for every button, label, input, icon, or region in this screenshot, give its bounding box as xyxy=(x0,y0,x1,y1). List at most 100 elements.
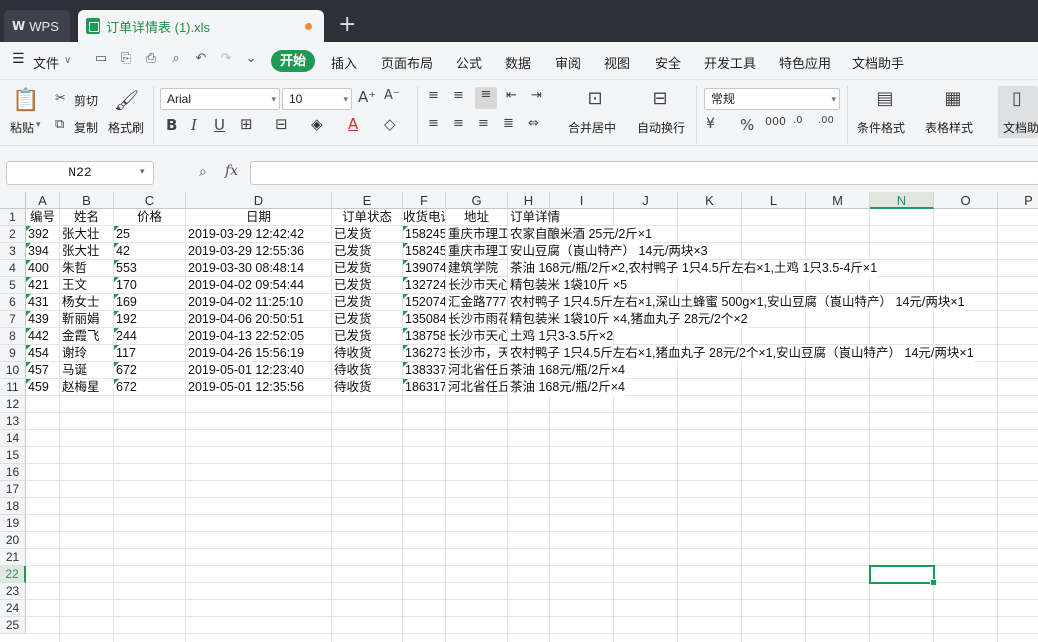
redo-icon[interactable]: ↷ xyxy=(219,52,233,66)
name-box-chevron-icon[interactable]: ▾ xyxy=(140,166,145,177)
table-cell[interactable]: 已发货 xyxy=(332,243,402,260)
spreadsheet-grid[interactable]: ABCDEFGHIJKLMNOP 1 2 3 4 5 6 7 8 9 10 11 12 13 14 15 16… xyxy=(0,192,1038,642)
row-header-4[interactable]: 4 xyxy=(0,260,26,277)
decrease-decimal-icon[interactable]: .00 xyxy=(818,115,834,126)
clear-format-icon[interactable]: ◇ xyxy=(384,115,396,133)
paste-icon[interactable]: 📋 xyxy=(12,88,39,114)
table-cell[interactable]: 2019-05-01 12:35:56 xyxy=(186,379,331,396)
row-header-8[interactable]: 8 xyxy=(0,328,26,345)
column-header-n[interactable]: N xyxy=(870,192,934,209)
column-header-a[interactable]: A xyxy=(26,192,60,209)
row-header-22[interactable]: 22 xyxy=(0,566,26,583)
table-cell[interactable]: 朱哲 xyxy=(60,260,113,277)
table-cell[interactable]: 茶油 168元/瓶/2斤×4 xyxy=(508,379,625,396)
row-header-11[interactable]: 11 xyxy=(0,379,26,396)
paste-button[interactable]: 粘贴 xyxy=(10,119,34,136)
table-cell[interactable]: 杨女士 xyxy=(60,294,113,311)
row-header-18[interactable]: 18 xyxy=(0,498,26,515)
file-chevron-icon[interactable]: ∨ xyxy=(64,55,71,66)
menu-item-dev-tools[interactable]: 开发工具 xyxy=(704,53,756,72)
wrap-text-button[interactable]: 自动换行 xyxy=(637,119,685,136)
header-phone[interactable]: 收货电话 xyxy=(403,209,445,226)
menu-item-doc-assistant[interactable]: 文档助手 xyxy=(852,53,904,72)
table-cell[interactable]: 茶油 168元/瓶/2斤×2,农村鸭子 1只4.5斤左右×1,土鸡 1只3.5-… xyxy=(508,260,878,277)
table-cell[interactable]: 重庆市理工 xyxy=(446,226,507,243)
undo-icon[interactable]: ↶ xyxy=(194,52,208,66)
table-cell[interactable]: 152074 xyxy=(403,294,445,311)
row-header-21[interactable]: 21 xyxy=(0,549,26,566)
table-cell[interactable]: 136273 xyxy=(403,345,445,362)
table-cell[interactable]: 139074 xyxy=(403,260,445,277)
file-menu[interactable]: 文件 xyxy=(33,53,59,72)
formula-input[interactable] xyxy=(250,161,1038,185)
format-painter-button[interactable]: 格式刷 xyxy=(108,119,144,136)
column-header-j[interactable]: J xyxy=(614,192,678,209)
font-size-select[interactable]: 10 xyxy=(282,88,352,110)
table-cell[interactable]: 2019-04-13 22:52:05 xyxy=(186,328,331,345)
column-header-p[interactable]: P xyxy=(998,192,1038,209)
customize-quick-access-icon[interactable]: ⌄ xyxy=(244,52,258,66)
table-cell[interactable]: 421 xyxy=(26,277,59,294)
header-details[interactable]: 订单详情 xyxy=(508,209,561,226)
thousands-separator-icon[interactable]: 000 xyxy=(765,115,786,128)
table-cell[interactable]: 431 xyxy=(26,294,59,311)
row-header-6[interactable]: 6 xyxy=(0,294,26,311)
table-cell[interactable]: 已发货 xyxy=(332,311,402,328)
menu-item-formula[interactable]: 公式 xyxy=(456,53,482,72)
header-price[interactable]: 价格 xyxy=(114,209,185,226)
row-header-3[interactable]: 3 xyxy=(0,243,26,260)
table-cell[interactable]: 400 xyxy=(26,260,59,277)
table-cell[interactable]: 138337 xyxy=(403,362,445,379)
menu-item-review[interactable]: 审阅 xyxy=(555,53,581,72)
save-icon[interactable]: ▭ xyxy=(94,52,108,66)
column-header-o[interactable]: O xyxy=(934,192,998,209)
column-header-c[interactable]: C xyxy=(114,192,186,209)
table-cell[interactable]: 459 xyxy=(26,379,59,396)
table-cell[interactable]: 158245 xyxy=(403,243,445,260)
row-header-23[interactable]: 23 xyxy=(0,583,26,600)
underline-icon[interactable]: U xyxy=(214,116,225,134)
menu-item-data[interactable]: 数据 xyxy=(505,53,531,72)
table-cell[interactable]: 170 xyxy=(114,277,185,294)
number-format-select[interactable]: 常规 xyxy=(704,88,840,110)
table-cell[interactable]: 2019-04-02 09:54:44 xyxy=(186,277,331,294)
table-cell[interactable]: 2019-05-01 12:23:40 xyxy=(186,362,331,379)
row-header-2[interactable]: 2 xyxy=(0,226,26,243)
table-cell[interactable]: 135084 xyxy=(403,311,445,328)
table-cell[interactable]: 454 xyxy=(26,345,59,362)
table-cell[interactable]: 已发货 xyxy=(332,277,402,294)
unsaved-dot-icon[interactable] xyxy=(305,23,312,30)
conditional-format-icon[interactable]: ▤ xyxy=(872,88,898,109)
column-header-h[interactable]: H xyxy=(508,192,550,209)
table-cell[interactable]: 农村鸭子 1只4.5斤左右×1,猪血丸子 28元/2个×1,安山豆腐（崀山特产）… xyxy=(508,345,974,362)
table-cell[interactable]: 茶油 168元/瓶/2斤×4 xyxy=(508,362,625,379)
table-cell[interactable]: 138758 xyxy=(403,328,445,345)
conditional-format-button[interactable]: 条件格式 xyxy=(857,119,905,136)
table-cell[interactable]: 已发货 xyxy=(332,226,402,243)
italic-icon[interactable]: I xyxy=(191,116,197,134)
table-cell[interactable]: 汇金路777 xyxy=(446,294,507,311)
table-cell[interactable]: 158245 xyxy=(403,226,445,243)
table-cell[interactable]: 已发货 xyxy=(332,328,402,345)
table-cell[interactable]: 2019-04-02 11:25:10 xyxy=(186,294,331,311)
column-header-f[interactable]: F xyxy=(403,192,446,209)
select-all-corner[interactable] xyxy=(0,192,26,209)
table-cell[interactable]: 精包装米 1袋10斤 ×5 xyxy=(508,277,628,294)
table-cell[interactable]: 马诞 xyxy=(60,362,113,379)
font-name-select[interactable]: Arial xyxy=(160,88,280,110)
table-cell[interactable]: 重庆市理工 xyxy=(446,243,507,260)
table-cell[interactable]: 金霞飞 xyxy=(60,328,113,345)
increase-font-icon[interactable]: A⁺ xyxy=(358,88,376,106)
menu-item-features[interactable]: 特色应用 xyxy=(779,53,831,72)
table-cell[interactable]: 392 xyxy=(26,226,59,243)
header-name[interactable]: 姓名 xyxy=(60,209,113,226)
table-cell[interactable]: 186317 xyxy=(403,379,445,396)
table-cell[interactable]: 2019-04-06 20:50:51 xyxy=(186,311,331,328)
column-header-l[interactable]: L xyxy=(742,192,806,209)
increase-indent-icon[interactable]: ⇥ xyxy=(531,88,542,103)
table-cell[interactable]: 553 xyxy=(114,260,185,277)
table-cell[interactable]: 2019-03-29 12:55:36 xyxy=(186,243,331,260)
table-cell[interactable]: 河北省任丘 xyxy=(446,362,507,379)
row-header-10[interactable]: 10 xyxy=(0,362,26,379)
borders-icon[interactable]: ⊞ xyxy=(240,115,253,133)
